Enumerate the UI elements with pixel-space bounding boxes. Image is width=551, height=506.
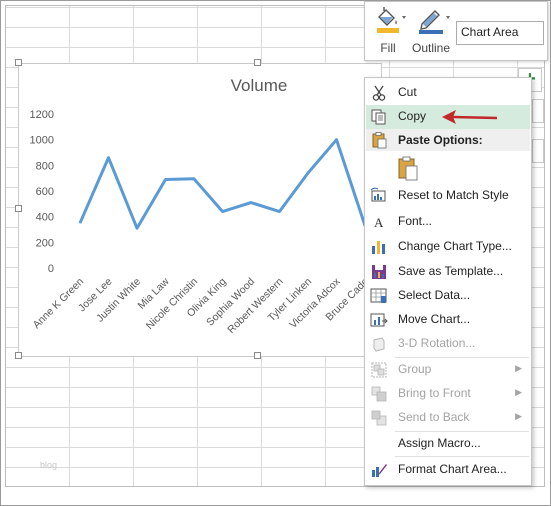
menu-item-reset-style[interactable]: Reset to Match Style xyxy=(366,184,530,208)
menu-label-cut: Cut xyxy=(398,85,417,99)
menu-label-copy: Copy xyxy=(398,109,427,123)
data-point[interactable] xyxy=(193,178,195,180)
menu-item-group: Group ▶ xyxy=(366,358,530,382)
save-template-icon xyxy=(370,263,388,281)
chart-element-select-value: Chart Area xyxy=(461,25,519,39)
menu-item-send-to-back: Send to Back ▶ xyxy=(366,406,530,430)
menu-item-font[interactable]: A Font... xyxy=(366,210,530,234)
scissors-icon xyxy=(370,84,388,102)
menu-label-bring-to-front: Bring to Front xyxy=(398,386,471,400)
data-point[interactable] xyxy=(165,178,166,180)
svg-text:A: A xyxy=(374,215,384,230)
menu-item-format-chart-area[interactable]: Format Chart Area... xyxy=(366,458,530,482)
screenshot-frame: Volume 0 200 400 600 800 1000 1200 Anne K Green… xyxy=(0,0,551,506)
paste-icon xyxy=(370,131,388,149)
y-tick-label: 600 xyxy=(36,186,54,198)
outline-label: Outline xyxy=(411,41,451,55)
group-icon xyxy=(370,361,388,379)
data-point[interactable] xyxy=(79,222,81,224)
watermark: blog xyxy=(40,460,58,470)
menu-label-assign-macro: Assign Macro... xyxy=(398,436,481,450)
menu-label-save-template: Save as Template... xyxy=(398,264,504,278)
y-tick-label: 200 xyxy=(36,237,54,249)
menu-label-paste-options: Paste Options: xyxy=(398,133,483,147)
font-icon: A xyxy=(370,213,388,231)
fill-button[interactable]: Fill xyxy=(369,6,407,56)
resize-handle-bottom-left[interactable] xyxy=(15,352,22,359)
menu-item-cut[interactable]: Cut xyxy=(366,81,530,105)
paste-options-header: Paste Options: xyxy=(366,129,530,151)
menu-label-move-chart: Move Chart... xyxy=(398,312,471,326)
red-pointer-arrow xyxy=(442,110,498,124)
select-data-icon xyxy=(370,287,388,305)
menu-label-font: Font... xyxy=(398,214,433,228)
y-tick-label: 1200 xyxy=(30,109,54,121)
paste-clipboard-icon xyxy=(398,156,418,181)
menu-label-reset-style: Reset to Match Style xyxy=(398,188,509,202)
submenu-arrow-icon: ▶ xyxy=(515,387,522,397)
menu-label-group: Group xyxy=(398,362,432,376)
chart-element-select[interactable]: Chart Area xyxy=(456,21,544,45)
menu-separator xyxy=(395,456,529,457)
menu-item-select-data[interactable]: Select Data... xyxy=(366,284,530,308)
resize-handle-top-left[interactable] xyxy=(15,59,22,66)
y-tick-label: 1000 xyxy=(30,135,54,147)
data-point[interactable] xyxy=(279,211,280,213)
reset-style-icon xyxy=(370,187,388,205)
series-line[interactable] xyxy=(78,138,395,230)
menu-item-3d-rotation: 3-D Rotation... xyxy=(366,332,530,356)
menu-item-bring-to-front: Bring to Front ▶ xyxy=(366,382,530,406)
fill-label: Fill xyxy=(380,41,396,55)
mini-format-toolbar: Fill Outline Chart Area xyxy=(364,1,548,61)
data-point[interactable] xyxy=(136,227,138,229)
menu-label-3d-rotation: 3-D Rotation... xyxy=(398,336,476,350)
chart-type-icon xyxy=(370,238,388,256)
menu-item-move-chart[interactable]: Move Chart... xyxy=(366,308,530,332)
data-point[interactable] xyxy=(222,211,223,213)
context-menu: Cut Copy Paste Options: Reset to Match S… xyxy=(364,77,532,486)
fill-bucket-icon xyxy=(377,7,406,33)
submenu-arrow-icon: ▶ xyxy=(515,411,522,421)
y-tick-label: 400 xyxy=(36,212,54,224)
copy-icon xyxy=(370,108,388,126)
submenu-arrow-icon: ▶ xyxy=(515,363,522,373)
paste-option-button[interactable] xyxy=(395,155,421,183)
menu-item-assign-macro[interactable]: Assign Macro... xyxy=(366,432,530,456)
menu-label-send-to-back: Send to Back xyxy=(398,410,470,424)
menu-label-select-data: Select Data... xyxy=(398,288,471,302)
data-point[interactable] xyxy=(108,157,109,159)
menu-item-save-template[interactable]: Save as Template... xyxy=(366,260,530,284)
menu-label-format-chart-area: Format Chart Area... xyxy=(398,462,507,476)
outline-button[interactable]: Outline xyxy=(409,6,453,56)
chart-area[interactable]: Volume 0 200 400 600 800 1000 1200 Anne K Green… xyxy=(18,63,400,357)
resize-handle-bottom-middle[interactable] xyxy=(254,352,261,359)
pen-outline-icon xyxy=(419,10,450,34)
move-chart-icon xyxy=(370,311,388,329)
menu-label-change-chart-type: Change Chart Type... xyxy=(398,239,512,253)
y-tick-label: 0 xyxy=(48,263,54,275)
chart-styles-button[interactable] xyxy=(532,99,544,123)
data-point[interactable] xyxy=(307,172,309,174)
resize-handle-middle-left[interactable] xyxy=(15,205,22,212)
y-tick-label: 800 xyxy=(36,160,54,172)
resize-handle-top-middle[interactable] xyxy=(254,59,261,66)
data-point[interactable] xyxy=(336,139,337,141)
data-point[interactable] xyxy=(250,202,252,204)
send-back-icon xyxy=(370,409,388,427)
rotation-icon xyxy=(370,335,388,353)
bring-front-icon xyxy=(370,385,388,403)
chart-filters-button[interactable] xyxy=(532,139,544,163)
format-chart-icon xyxy=(370,461,388,479)
menu-item-change-chart-type[interactable]: Change Chart Type... xyxy=(366,235,530,259)
